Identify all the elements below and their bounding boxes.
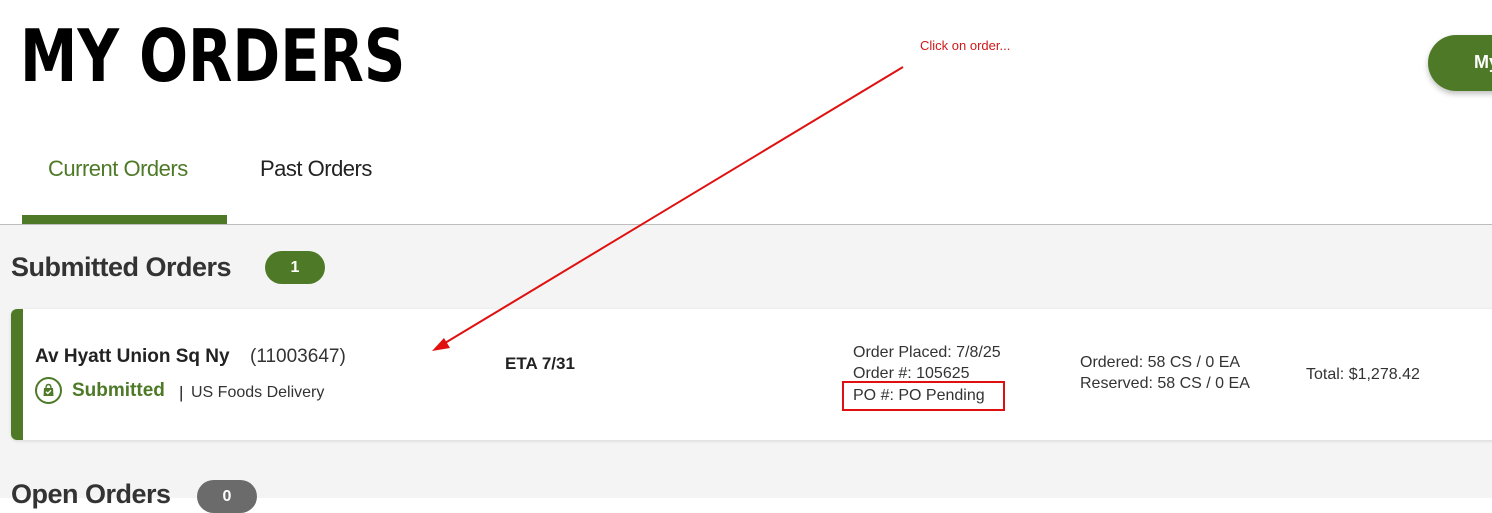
annotation-arrow — [432, 66, 904, 351]
